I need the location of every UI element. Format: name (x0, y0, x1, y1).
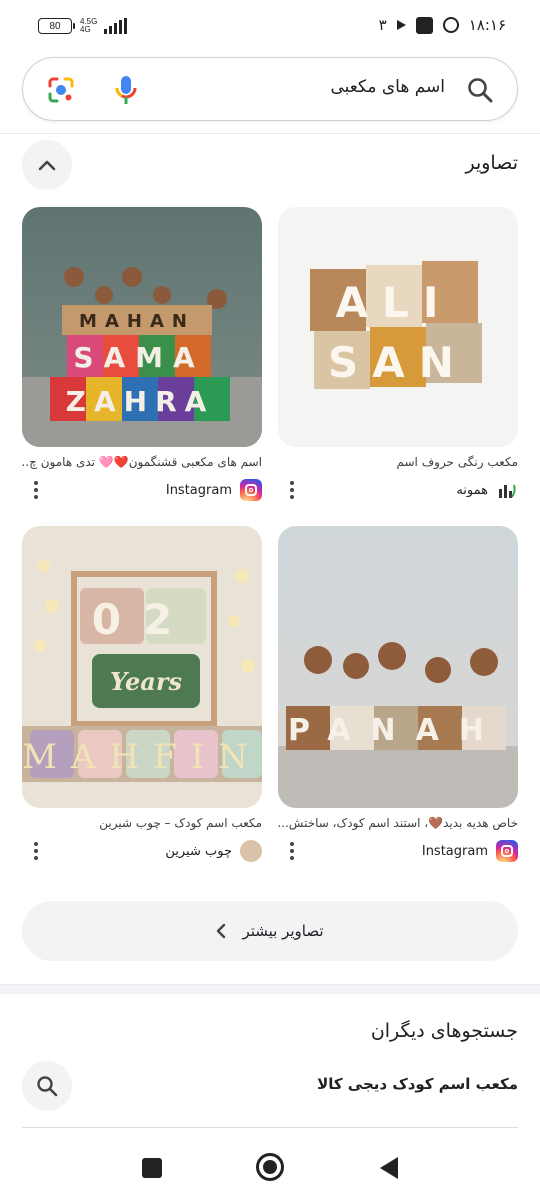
status-left: 80 4.5G 4G (38, 18, 127, 34)
search-input[interactable]: اسم های مکعبی (330, 77, 445, 97)
more-images-button[interactable]: تصاویر بیشتر (22, 901, 518, 961)
image-source[interactable]: همونه (456, 479, 518, 501)
recent-apps-icon[interactable] (142, 1158, 162, 1178)
system-navigation-bar (0, 1136, 540, 1200)
image-caption[interactable]: مکعب رنگی حروف اسم (278, 455, 518, 471)
status-right: ۳ ۱۸:۱۶ (379, 16, 506, 34)
block-word: SAMA (73, 341, 204, 374)
images-section-title: تصاویر (465, 152, 518, 174)
related-search-item[interactable]: مکعب اسم کودک دیجی کالا (22, 1061, 518, 1111)
related-searches-title: جستجوهای دیگران (370, 1020, 518, 1042)
more-options-icon[interactable] (288, 481, 296, 499)
network-type: 4.5G 4G (80, 18, 97, 34)
related-search-icon-button[interactable] (22, 1061, 72, 1111)
instagram-icon (240, 479, 262, 501)
status-bar: 80 4.5G 4G ۳ ۱۸:۱۶ (0, 0, 540, 56)
block-word: MAHAN (79, 311, 195, 332)
play-icon (396, 20, 406, 30)
battery-level: 80 (49, 20, 61, 32)
battery-icon: 80 (38, 18, 75, 34)
alarm-icon (442, 17, 459, 33)
divider (22, 1127, 518, 1128)
divider (0, 133, 540, 134)
image-thumbnail[interactable]: 02 Years MAHFIN (22, 526, 262, 808)
more-images-label: تصاویر بیشتر (242, 922, 324, 940)
block-word: PANAH (288, 713, 504, 748)
source-name: Instagram (165, 482, 232, 498)
block-word: ZAHRA (66, 385, 215, 418)
app-notification-icon (415, 16, 433, 34)
name-blocks-image: PANAH (278, 526, 518, 808)
image-caption[interactable]: خاص هدیه بدید🤎، استند اسم کودک، ساختش... (278, 816, 518, 832)
clock: ۱۸:۱۶ (468, 16, 506, 34)
more-options-icon[interactable] (32, 842, 40, 860)
image-result-card[interactable]: 02 Years MAHFIN مکعب اسم کودک – چوب شیری… (22, 526, 262, 864)
notification-count: ۳ (378, 16, 387, 34)
image-source[interactable]: Instagram (422, 840, 518, 862)
block-word: Years (110, 667, 183, 696)
source-name: همونه (456, 482, 488, 498)
block-word: 02 (92, 595, 194, 644)
image-thumbnail[interactable]: MAHAN SAMA ZAHRA (22, 207, 262, 447)
image-caption[interactable]: اسم های مکعبی قشنگمون❤️🩷 تدی هامون چ... (22, 455, 262, 471)
image-thumbnail[interactable]: ALI SAN (278, 207, 518, 447)
image-caption[interactable]: مکعب اسم کودک – چوب شیرین (22, 816, 262, 832)
search-bar[interactable]: اسم های مکعبی (22, 57, 518, 121)
image-source-row: همونه (278, 475, 518, 503)
image-source[interactable]: Instagram (166, 479, 262, 501)
chevron-up-icon (38, 160, 56, 171)
collapse-button[interactable] (22, 140, 72, 190)
mic-icon[interactable] (115, 75, 137, 105)
name-blocks-image: 02 Years MAHFIN (22, 526, 262, 808)
instagram-icon (496, 840, 518, 862)
image-source-row: Instagram (22, 475, 262, 503)
image-result-card[interactable]: ALI SAN مکعب رنگی حروف اسم همونه (278, 207, 518, 503)
block-word: SAN (328, 338, 468, 387)
search-icon[interactable] (467, 77, 493, 103)
more-options-icon[interactable] (32, 481, 40, 499)
back-icon[interactable] (380, 1157, 398, 1179)
network-type-bottom: 4G (80, 25, 91, 34)
block-word: ALI (336, 278, 453, 327)
image-result-card[interactable]: PANAH خاص هدیه بدید🤎، استند اسم کودک، سا… (278, 526, 518, 864)
image-source-row: چوب شیرین (22, 836, 262, 864)
name-blocks-image: MAHAN SAMA ZAHRA (22, 207, 262, 447)
signal-icon (104, 18, 127, 34)
source-name: Instagram (421, 843, 488, 859)
block-word: MAHFIN (22, 737, 262, 777)
section-separator (0, 984, 540, 994)
site-logo-icon (499, 484, 516, 498)
chevron-left-icon (217, 923, 226, 939)
image-result-card[interactable]: MAHAN SAMA ZAHRA اسم های مکعبی قشنگمون❤️… (22, 207, 262, 503)
home-icon[interactable] (256, 1153, 284, 1181)
more-options-icon[interactable] (288, 842, 296, 860)
image-source-row: Instagram (278, 836, 518, 864)
source-name: چوب شیرین (165, 843, 232, 859)
search-icon (37, 1076, 58, 1097)
site-logo-icon (240, 840, 262, 862)
image-thumbnail[interactable]: PANAH (278, 526, 518, 808)
name-blocks-image: ALI SAN (278, 207, 518, 447)
related-search-label[interactable]: مکعب اسم کودک دیجی کالا (317, 1075, 518, 1093)
image-source[interactable]: چوب شیرین (165, 840, 262, 862)
google-lens-icon[interactable] (47, 76, 75, 104)
